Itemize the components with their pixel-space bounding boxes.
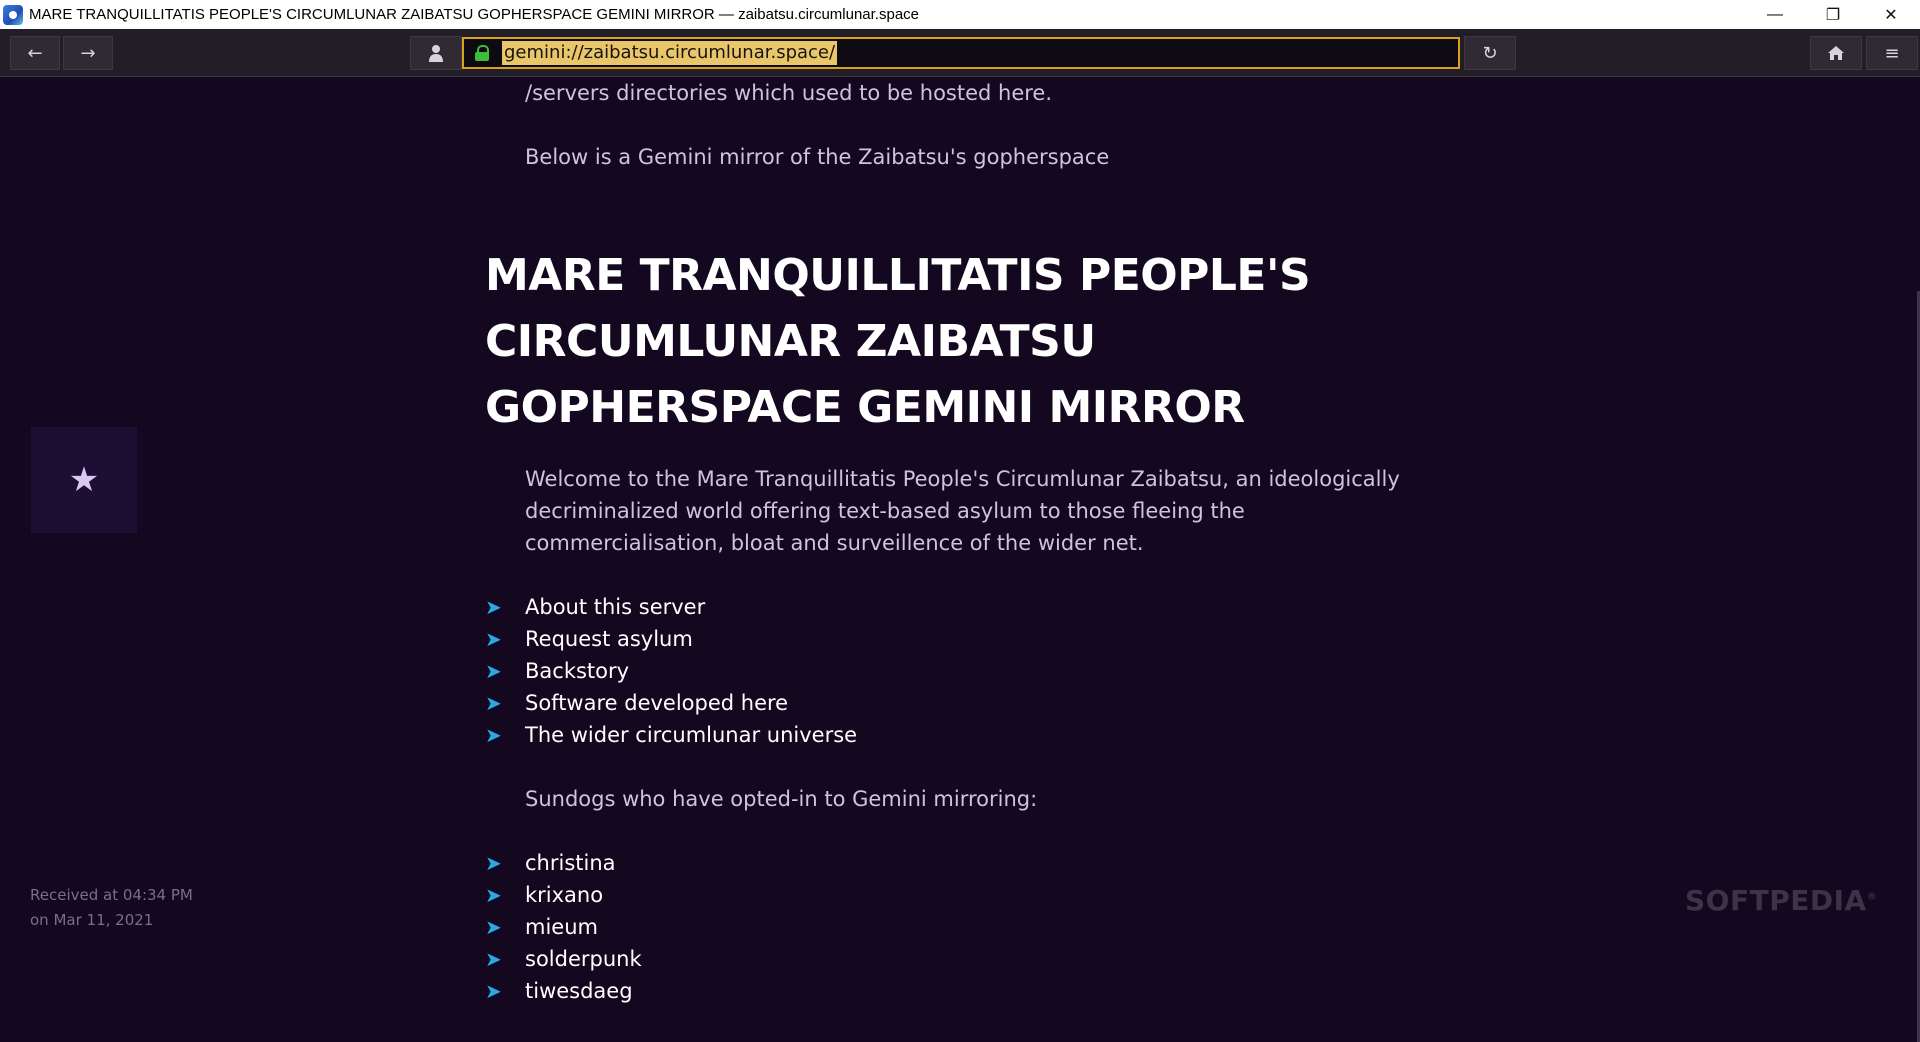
app-logo-icon bbox=[3, 4, 23, 25]
url-text[interactable]: gemini://zaibatsu.circumlunar.space/ bbox=[502, 41, 838, 65]
link-label[interactable]: solderpunk bbox=[525, 947, 642, 971]
sundog-link-christina[interactable]: ➤ christina bbox=[485, 847, 642, 879]
sundog-link-krixano[interactable]: ➤ krixano bbox=[485, 879, 642, 911]
link-request-asylum[interactable]: ➤ Request asylum bbox=[485, 623, 857, 655]
link-arrow-icon: ➤ bbox=[485, 659, 502, 683]
close-icon[interactable]: ✕ bbox=[1862, 0, 1920, 29]
intro-tail-text: /servers directories which used to be ho… bbox=[525, 81, 1053, 105]
link-arrow-icon: ➤ bbox=[485, 947, 502, 971]
mirror-note-text: Below is a Gemini mirror of the Zaibatsu… bbox=[525, 145, 1110, 169]
softpedia-watermark-logo: SOFTPEDIA® bbox=[1685, 884, 1878, 917]
link-backstory[interactable]: ➤ Backstory bbox=[485, 655, 857, 687]
link-arrow-icon: ➤ bbox=[485, 883, 502, 907]
page-content: /servers directories which used to be ho… bbox=[0, 77, 1920, 1042]
link-arrow-icon: ➤ bbox=[485, 627, 502, 651]
link-arrow-icon: ➤ bbox=[485, 851, 502, 875]
arrow-right-icon: → bbox=[80, 42, 96, 64]
link-arrow-icon: ➤ bbox=[485, 723, 502, 747]
reload-icon: ↻ bbox=[1482, 42, 1498, 64]
minimize-icon[interactable]: — bbox=[1746, 0, 1804, 29]
window-title: MARE TRANQUILLITATIS PEOPLE'S CIRCUMLUNA… bbox=[29, 6, 920, 23]
bookmark-button[interactable]: ★ bbox=[31, 427, 137, 533]
home-icon bbox=[1828, 46, 1844, 60]
hamburger-menu-icon: ≡ bbox=[1884, 42, 1900, 64]
link-label[interactable]: tiwesdaeg bbox=[525, 979, 633, 1003]
lock-icon bbox=[474, 45, 490, 61]
navigation-toolbar: ← → gemini://zaibatsu.circumlunar.space/… bbox=[0, 29, 1920, 77]
received-line-1: Received at 04:34 PM bbox=[30, 886, 193, 904]
page-heading: MARE TRANQUILLITATIS PEOPLE'S CIRCUMLUNA… bbox=[485, 250, 1311, 433]
sundog-link-solderpunk[interactable]: ➤ solderpunk bbox=[485, 943, 642, 975]
link-label[interactable]: krixano bbox=[525, 883, 603, 907]
link-arrow-icon: ➤ bbox=[485, 915, 502, 939]
link-arrow-icon: ➤ bbox=[485, 979, 502, 1003]
sundog-link-mieum[interactable]: ➤ mieum bbox=[485, 911, 642, 943]
link-software[interactable]: ➤ Software developed here bbox=[485, 687, 857, 719]
link-label[interactable]: christina bbox=[525, 851, 616, 875]
star-icon: ★ bbox=[68, 460, 100, 500]
link-label[interactable]: Software developed here bbox=[525, 691, 788, 715]
home-button[interactable] bbox=[1810, 36, 1862, 70]
link-label[interactable]: About this server bbox=[525, 595, 705, 619]
watermark-text: SOFTPEDIA bbox=[1685, 884, 1867, 917]
back-button[interactable]: ← bbox=[10, 36, 60, 70]
restore-icon[interactable]: ❐ bbox=[1804, 0, 1862, 29]
link-arrow-icon: ➤ bbox=[485, 595, 502, 619]
identity-button[interactable] bbox=[410, 36, 462, 70]
received-line-2: on Mar 11, 2021 bbox=[30, 911, 154, 929]
forward-button[interactable]: → bbox=[63, 36, 113, 70]
link-label[interactable]: The wider circumlunar universe bbox=[525, 723, 857, 747]
link-arrow-icon: ➤ bbox=[485, 691, 502, 715]
sundogs-intro-text: Sundogs who have opted-in to Gemini mirr… bbox=[525, 787, 1038, 811]
link-wider-universe[interactable]: ➤ The wider circumlunar universe bbox=[485, 719, 857, 751]
link-about-server[interactable]: ➤ About this server bbox=[485, 591, 857, 623]
sundogs-list: ➤ christina ➤ krixano ➤ mieum ➤ solderpu… bbox=[485, 847, 642, 1007]
main-links-list: ➤ About this server ➤ Request asylum ➤ B… bbox=[485, 591, 857, 751]
received-timestamp: Received at 04:34 PM on Mar 11, 2021 bbox=[30, 883, 193, 933]
menu-button[interactable]: ≡ bbox=[1866, 36, 1918, 70]
arrow-left-icon: ← bbox=[27, 42, 43, 64]
window-controls: — ❐ ✕ bbox=[1746, 0, 1920, 29]
link-label[interactable]: mieum bbox=[525, 915, 598, 939]
sundog-link-tiwesdaeg[interactable]: ➤ tiwesdaeg bbox=[485, 975, 642, 1007]
link-label[interactable]: Backstory bbox=[525, 659, 629, 683]
link-label[interactable]: Request asylum bbox=[525, 627, 693, 651]
welcome-paragraph: Welcome to the Mare Tranquillitatis Peop… bbox=[525, 467, 1400, 555]
reload-button[interactable]: ↻ bbox=[1464, 36, 1516, 70]
url-bar[interactable]: gemini://zaibatsu.circumlunar.space/ bbox=[462, 37, 1460, 69]
person-icon bbox=[429, 45, 443, 62]
window-title-bar: MARE TRANQUILLITATIS PEOPLE'S CIRCUMLUNA… bbox=[0, 0, 1920, 29]
